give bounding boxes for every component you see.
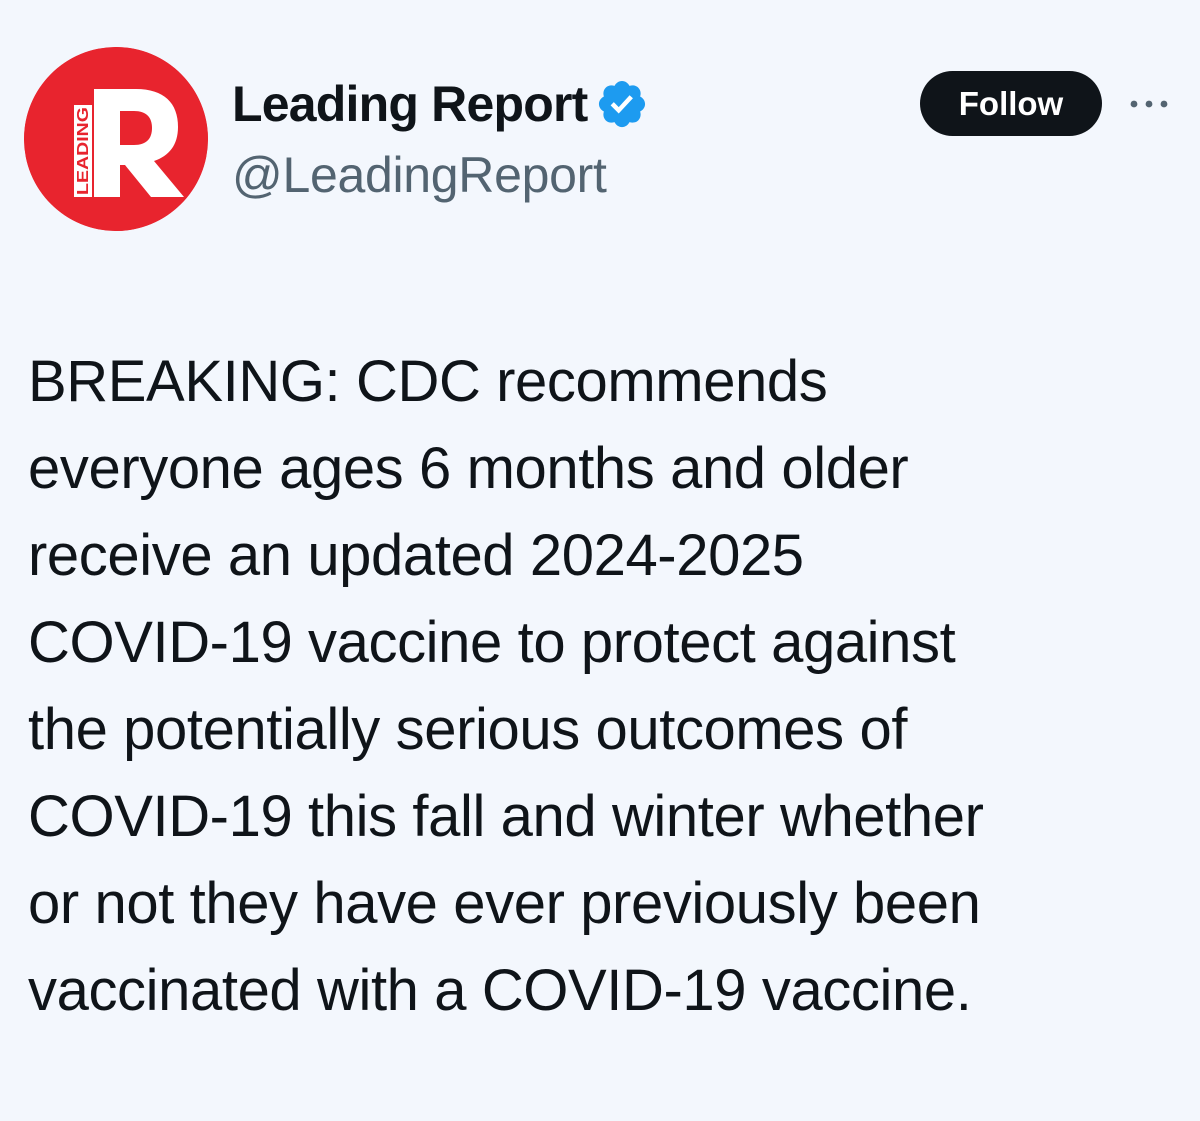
tweet-text-line: COVID-19 vaccine to protect against [28, 610, 956, 675]
tweet-text-line: the potentially serious outcomes of [28, 697, 908, 762]
avatar[interactable]: LEADING [24, 47, 208, 231]
tweet-text-line: receive an updated 2024-2025 [28, 523, 804, 588]
tweet-text-line: or not they have ever previously been [28, 871, 981, 936]
tweet-text-line: vaccinated with a COVID-19 vaccine. [28, 958, 972, 1023]
tweet-text-line: everyone ages 6 months and older [28, 436, 909, 501]
leading-report-logo: LEADING [24, 47, 208, 231]
more-button[interactable] [1124, 86, 1174, 122]
author-name-row: Leading Report [232, 72, 649, 136]
more-horizontal-icon [1130, 100, 1168, 108]
display-name[interactable]: Leading Report [232, 79, 588, 129]
tweet-text-line: COVID-19 this fall and winter whether [28, 784, 984, 849]
avatar-logo-text: LEADING [75, 107, 92, 195]
tweet-text: BREAKING: CDC recommends everyone ages 6… [28, 338, 1168, 1034]
tweet-card: LEADING Leading Report @LeadingReport Fo… [0, 0, 1200, 1121]
follow-button[interactable]: Follow [920, 71, 1102, 136]
tweet-text-line: BREAKING: CDC recommends [28, 349, 828, 414]
author-handle[interactable]: @LeadingReport [232, 150, 607, 200]
verified-checkmark-icon [595, 77, 649, 131]
